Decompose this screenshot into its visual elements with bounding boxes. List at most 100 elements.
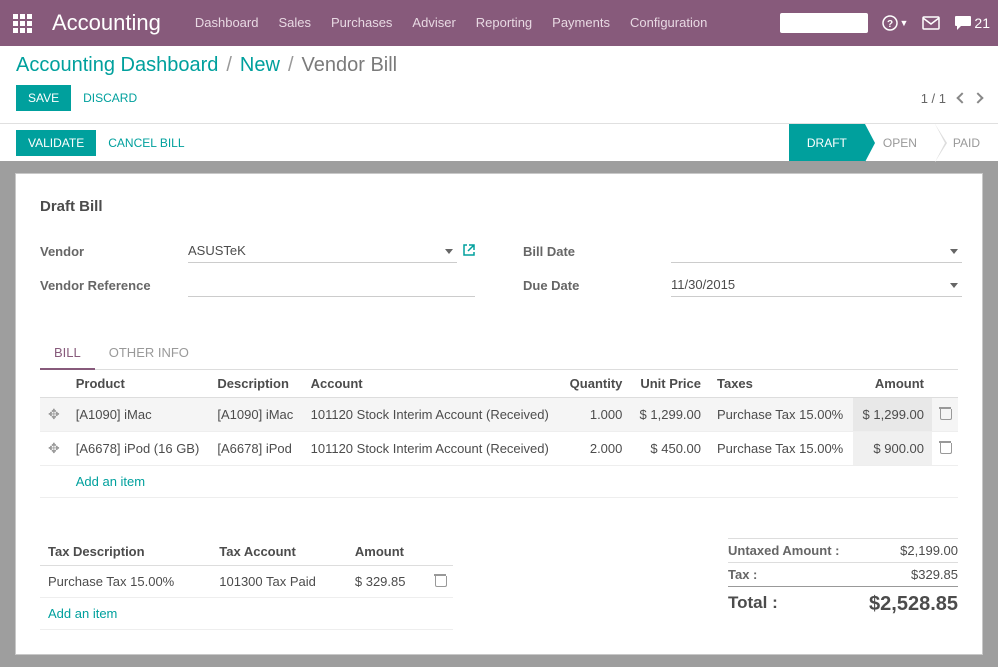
- delete-tax-icon[interactable]: [427, 566, 453, 598]
- cancel-bill-button[interactable]: CANCEL BILL: [96, 130, 196, 156]
- tab-bill[interactable]: BILL: [40, 337, 95, 370]
- total-label: Total :: [728, 593, 778, 616]
- cell-amount: $ 900.00: [853, 432, 932, 466]
- nav-reporting[interactable]: Reporting: [466, 0, 542, 46]
- add-line-link[interactable]: Add an item: [76, 474, 145, 489]
- chat-count: 21: [974, 15, 990, 31]
- breadcrumb-sep: /: [288, 54, 294, 77]
- pager: 1 / 1: [921, 91, 982, 106]
- search-input[interactable]: [780, 13, 868, 33]
- svg-text:?: ?: [886, 19, 892, 30]
- vendor-ref-field[interactable]: [188, 273, 475, 297]
- totals: Untaxed Amount : $2,199.00 Tax : $329.85…: [728, 538, 958, 620]
- col-amount[interactable]: Amount: [853, 370, 932, 398]
- untaxed-value: $2,199.00: [900, 543, 958, 558]
- delete-row-icon[interactable]: [932, 398, 958, 432]
- col-quantity[interactable]: Quantity: [561, 370, 631, 398]
- form-background: Draft Bill Vendor Vendor Reference: [0, 161, 998, 667]
- tab-other-info[interactable]: OTHER INFO: [95, 337, 203, 369]
- save-button[interactable]: SAVE: [16, 85, 71, 111]
- col-unit-price[interactable]: Unit Price: [630, 370, 709, 398]
- status-steps: DRAFT OPEN PAID: [789, 124, 998, 161]
- total-value: $2,528.85: [869, 593, 958, 616]
- untaxed-label: Untaxed Amount :: [728, 543, 839, 558]
- cell-description[interactable]: [A1090] iMac: [209, 398, 302, 432]
- breadcrumb-bar: Accounting Dashboard / New / Vendor Bill: [0, 46, 998, 85]
- cell-quantity[interactable]: 2.000: [561, 432, 631, 466]
- breadcrumb-root[interactable]: Accounting Dashboard: [16, 54, 218, 77]
- col-taxes[interactable]: Taxes: [709, 370, 853, 398]
- bill-date-label: Bill Date: [523, 244, 671, 259]
- nav-dashboard[interactable]: Dashboard: [185, 0, 269, 46]
- mail-icon[interactable]: [922, 16, 940, 30]
- apps-menu-icon[interactable]: [8, 9, 36, 37]
- cell-unit-price[interactable]: $ 1,299.00: [630, 398, 709, 432]
- app-title: Accounting: [52, 10, 161, 36]
- breadcrumb-new[interactable]: New: [240, 54, 280, 77]
- vendor-label: Vendor: [40, 244, 188, 259]
- col-tax-amount[interactable]: Amount: [347, 538, 427, 566]
- col-account[interactable]: Account: [303, 370, 561, 398]
- external-link-icon[interactable]: [463, 244, 475, 259]
- cell-amount: $ 1,299.00: [853, 398, 932, 432]
- bill-date-field[interactable]: [671, 239, 962, 263]
- tax-table: Tax Description Tax Account Amount Purch…: [40, 538, 453, 630]
- add-tax-link[interactable]: Add an item: [48, 606, 117, 621]
- table-row[interactable]: ✥ [A1090] iMac [A1090] iMac 101120 Stock…: [40, 398, 958, 432]
- col-tax-desc[interactable]: Tax Description: [40, 538, 211, 566]
- col-product[interactable]: Product: [68, 370, 210, 398]
- bill-lines-table: Product Description Account Quantity Uni…: [40, 370, 958, 498]
- cell-taxes[interactable]: Purchase Tax 15.00%: [709, 432, 853, 466]
- due-date-field[interactable]: [671, 273, 962, 297]
- nav-links: Dashboard Sales Purchases Adviser Report…: [185, 0, 717, 46]
- nav-configuration[interactable]: Configuration: [620, 0, 717, 46]
- table-row[interactable]: Purchase Tax 15.00% 101300 Tax Paid $ 32…: [40, 566, 453, 598]
- cell-taxes[interactable]: Purchase Tax 15.00%: [709, 398, 853, 432]
- discard-button[interactable]: DISCARD: [71, 85, 149, 111]
- pager-count: 1 / 1: [921, 91, 946, 106]
- breadcrumb: Accounting Dashboard / New / Vendor Bill: [16, 54, 982, 85]
- help-icon[interactable]: ? ▼: [882, 15, 909, 31]
- nav-right: ? ▼ 21: [780, 13, 991, 33]
- field-grid: Vendor Vendor Reference Bill Date: [40, 239, 958, 307]
- step-draft[interactable]: DRAFT: [789, 124, 865, 161]
- step-open[interactable]: OPEN: [865, 124, 935, 161]
- col-tax-account[interactable]: Tax Account: [211, 538, 347, 566]
- nav-adviser[interactable]: Adviser: [402, 0, 465, 46]
- nav-purchases[interactable]: Purchases: [321, 0, 402, 46]
- bottom-section: Tax Description Tax Account Amount Purch…: [40, 538, 958, 630]
- vendor-field[interactable]: [188, 239, 457, 263]
- nav-payments[interactable]: Payments: [542, 0, 620, 46]
- nav-sales[interactable]: Sales: [268, 0, 321, 46]
- control-bar: SAVE DISCARD 1 / 1: [0, 85, 998, 123]
- tax-label: Tax :: [728, 567, 757, 582]
- cell-account[interactable]: 101120 Stock Interim Account (Received): [303, 398, 561, 432]
- sheet-title: Draft Bill: [40, 198, 958, 215]
- breadcrumb-sep: /: [226, 54, 232, 77]
- pager-next-icon[interactable]: [972, 92, 983, 103]
- tabs: BILL OTHER INFO: [40, 337, 958, 370]
- cell-product[interactable]: [A6678] iPod (16 GB): [68, 432, 210, 466]
- cell-tax-account[interactable]: 101300 Tax Paid: [211, 566, 347, 598]
- cell-account[interactable]: 101120 Stock Interim Account (Received): [303, 432, 561, 466]
- pager-prev-icon[interactable]: [956, 92, 967, 103]
- cell-tax-amount[interactable]: $ 329.85: [347, 566, 427, 598]
- cell-product[interactable]: [A1090] iMac: [68, 398, 210, 432]
- validate-button[interactable]: VALIDATE: [16, 130, 96, 156]
- cell-quantity[interactable]: 1.000: [561, 398, 631, 432]
- breadcrumb-current: Vendor Bill: [302, 54, 398, 77]
- cell-tax-desc[interactable]: Purchase Tax 15.00%: [40, 566, 211, 598]
- cell-unit-price[interactable]: $ 450.00: [630, 432, 709, 466]
- col-description[interactable]: Description: [209, 370, 302, 398]
- table-row[interactable]: ✥ [A6678] iPod (16 GB) [A6678] iPod 1011…: [40, 432, 958, 466]
- top-nav: Accounting Dashboard Sales Purchases Adv…: [0, 0, 998, 46]
- delete-row-icon[interactable]: [932, 432, 958, 466]
- tax-value: $329.85: [911, 567, 958, 582]
- chat-icon[interactable]: 21: [954, 15, 990, 31]
- drag-handle-icon[interactable]: ✥: [40, 398, 68, 432]
- form-sheet: Draft Bill Vendor Vendor Reference: [15, 173, 983, 655]
- status-bar: VALIDATE CANCEL BILL DRAFT OPEN PAID: [0, 123, 998, 161]
- due-date-label: Due Date: [523, 278, 671, 293]
- cell-description[interactable]: [A6678] iPod: [209, 432, 302, 466]
- drag-handle-icon[interactable]: ✥: [40, 432, 68, 466]
